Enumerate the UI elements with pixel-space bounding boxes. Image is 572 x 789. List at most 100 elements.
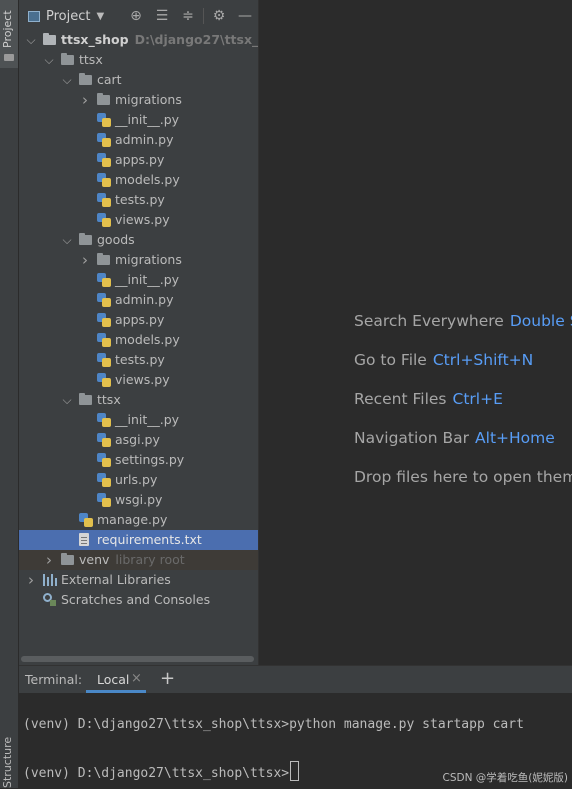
- expand-all-icon[interactable]: ☰: [149, 6, 175, 26]
- chevron-down-icon[interactable]: ▼: [96, 11, 104, 22]
- tree-item-admin-py[interactable]: admin.py: [19, 290, 258, 310]
- tree-item-label: cart: [97, 72, 122, 87]
- python-file-icon: [97, 193, 111, 207]
- close-icon[interactable]: ×: [131, 671, 142, 686]
- folder-icon: [97, 253, 110, 265]
- project-panel: Project ▼ ⊕ ☰ ≑ ⚙ — ⌵ ttsx_shop D:\django2…: [19, 0, 292, 665]
- tree-item-manage-py[interactable]: manage.py: [19, 510, 258, 530]
- text-file-icon: [79, 533, 89, 546]
- tree-item-models-py[interactable]: models.py: [19, 170, 258, 190]
- tree-item-label: venv library root: [79, 552, 185, 567]
- tree-item-ttsx[interactable]: ⌵ ttsx: [19, 390, 258, 410]
- tree-item-wsgi-py[interactable]: wsgi.py: [19, 490, 258, 510]
- python-file-icon: [97, 173, 111, 187]
- crosshair-icon[interactable]: ⊕: [123, 6, 149, 26]
- tip-label: Navigation Bar: [354, 429, 470, 447]
- tree-item-admin-py[interactable]: admin.py: [19, 130, 258, 150]
- tree-item-label: models.py: [115, 172, 180, 187]
- terminal-panel: Terminal: Local × + (venv) D:\django27\t…: [19, 665, 572, 789]
- tree-item-scratches-and-consoles[interactable]: Scratches and Consoles: [19, 590, 258, 610]
- terminal-tab-local[interactable]: Local ×: [86, 666, 146, 693]
- chevron-down-icon[interactable]: ⌵: [61, 70, 73, 90]
- folder-icon: [43, 33, 56, 45]
- chevron-right-icon[interactable]: ›: [25, 570, 37, 590]
- tree-item-label: settings.py: [115, 452, 185, 467]
- tree-item-tests-py[interactable]: tests.py: [19, 350, 258, 370]
- tree-item-label: views.py: [115, 372, 170, 387]
- tree-item-label: requirements.txt: [97, 532, 202, 547]
- terminal-line-text: (venv) D:\django27\ttsx_shop\ttsx>python…: [23, 717, 524, 732]
- chevron-down-icon[interactable]: ⌵: [61, 230, 73, 250]
- tree-item-label: views.py: [115, 212, 170, 227]
- chevron-down-icon[interactable]: ⌵: [25, 30, 37, 50]
- project-tool-tab[interactable]: Project: [0, 0, 18, 68]
- tree-item-requirements-txt[interactable]: requirements.txt: [19, 530, 258, 550]
- tree-item-cart[interactable]: ⌵ cart: [19, 70, 258, 90]
- structure-tool-tab[interactable]: Structure: [1, 737, 14, 788]
- tree-item-migrations[interactable]: › migrations: [19, 250, 258, 270]
- python-file-icon: [97, 353, 111, 367]
- python-file-icon: [97, 473, 111, 487]
- tree-item-label: asgi.py: [115, 432, 160, 447]
- python-file-icon: [97, 333, 111, 347]
- chevron-down-icon[interactable]: ⌵: [43, 50, 55, 70]
- tree-item-init-py[interactable]: __init__.py: [19, 410, 258, 430]
- tree-item-urls-py[interactable]: urls.py: [19, 470, 258, 490]
- tree-item-label: tests.py: [115, 192, 165, 207]
- tool-window-strip: Project Structure: [0, 0, 19, 788]
- tree-item-models-py[interactable]: models.py: [19, 330, 258, 350]
- folder-icon: [61, 553, 74, 565]
- tree-item-label: admin.py: [115, 132, 174, 147]
- tree-item-views-py[interactable]: views.py: [19, 210, 258, 230]
- tree-item-venv[interactable]: › venv library root: [19, 550, 258, 570]
- tree-item-apps-py[interactable]: apps.py: [19, 150, 258, 170]
- python-file-icon: [97, 453, 111, 467]
- terminal-title: Terminal:: [25, 672, 83, 687]
- tree-item-tests-py[interactable]: tests.py: [19, 190, 258, 210]
- terminal-prompt-line[interactable]: (venv) D:\django27\ttsx_shop\ttsx>: [23, 761, 300, 781]
- tip-shortcut: Ctrl+Shift+N: [432, 351, 534, 369]
- tree-item-label: migrations: [115, 92, 182, 107]
- project-view-selector[interactable]: Project: [46, 9, 90, 24]
- python-file-icon: [97, 213, 111, 227]
- tree-item-views-py[interactable]: views.py: [19, 370, 258, 390]
- tree-item-label: Scratches and Consoles: [61, 592, 211, 607]
- tip-recent-files: Recent Files Ctrl+E: [354, 390, 503, 408]
- tree-item-label: External Libraries: [61, 572, 171, 587]
- tree-item-label: manage.py: [97, 512, 168, 527]
- tree-item-ttsx-shop[interactable]: ⌵ ttsx_shop D:\django27\ttsx_shop: [19, 30, 292, 50]
- tree-item-label: tests.py: [115, 352, 165, 367]
- chevron-right-icon[interactable]: ›: [79, 90, 91, 110]
- tree-item-external-libraries[interactable]: › External Libraries: [19, 570, 258, 590]
- tree-item-goods[interactable]: ⌵ goods: [19, 230, 258, 250]
- tree-item-label: wsgi.py: [115, 492, 163, 507]
- chevron-down-icon[interactable]: ⌵: [61, 390, 73, 410]
- scrollbar-thumb[interactable]: [21, 656, 254, 662]
- folder-icon: [79, 73, 92, 85]
- python-file-icon: [97, 493, 111, 507]
- chevron-right-icon[interactable]: ›: [79, 250, 91, 270]
- chevron-right-icon[interactable]: ›: [43, 550, 55, 570]
- python-file-icon: [97, 293, 111, 307]
- tree-item-apps-py[interactable]: apps.py: [19, 310, 258, 330]
- minimize-icon[interactable]: —: [232, 6, 258, 26]
- scratches-icon: [43, 593, 57, 607]
- tree-item-migrations[interactable]: › migrations: [19, 90, 258, 110]
- tree-item-label: __init__.py: [115, 272, 180, 287]
- gear-icon[interactable]: ⚙: [206, 6, 232, 26]
- terminal-line: (venv) D:\django27\ttsx_shop\ttsx>python…: [23, 717, 524, 732]
- tree-item-ttsx[interactable]: ⌵ ttsx: [19, 50, 258, 70]
- tree-item-asgi-py[interactable]: asgi.py: [19, 430, 258, 450]
- terminal-header: Terminal: Local × +: [19, 666, 572, 693]
- horizontal-scrollbar[interactable]: [19, 655, 258, 663]
- python-file-icon: [97, 273, 111, 287]
- tip-drop-files: Drop files here to open them: [354, 468, 572, 486]
- new-terminal-tab-icon[interactable]: +: [160, 668, 175, 689]
- tree-item-init-py[interactable]: __init__.py: [19, 270, 258, 290]
- tip-label: Drop files here to open them: [354, 468, 572, 486]
- tree-item-label: __init__.py: [115, 412, 180, 427]
- tree-item-settings-py[interactable]: settings.py: [19, 450, 258, 470]
- collapse-all-icon[interactable]: ≑: [175, 6, 201, 26]
- tree-item-init-py[interactable]: __init__.py: [19, 110, 258, 130]
- tree-item-label: apps.py: [115, 312, 165, 327]
